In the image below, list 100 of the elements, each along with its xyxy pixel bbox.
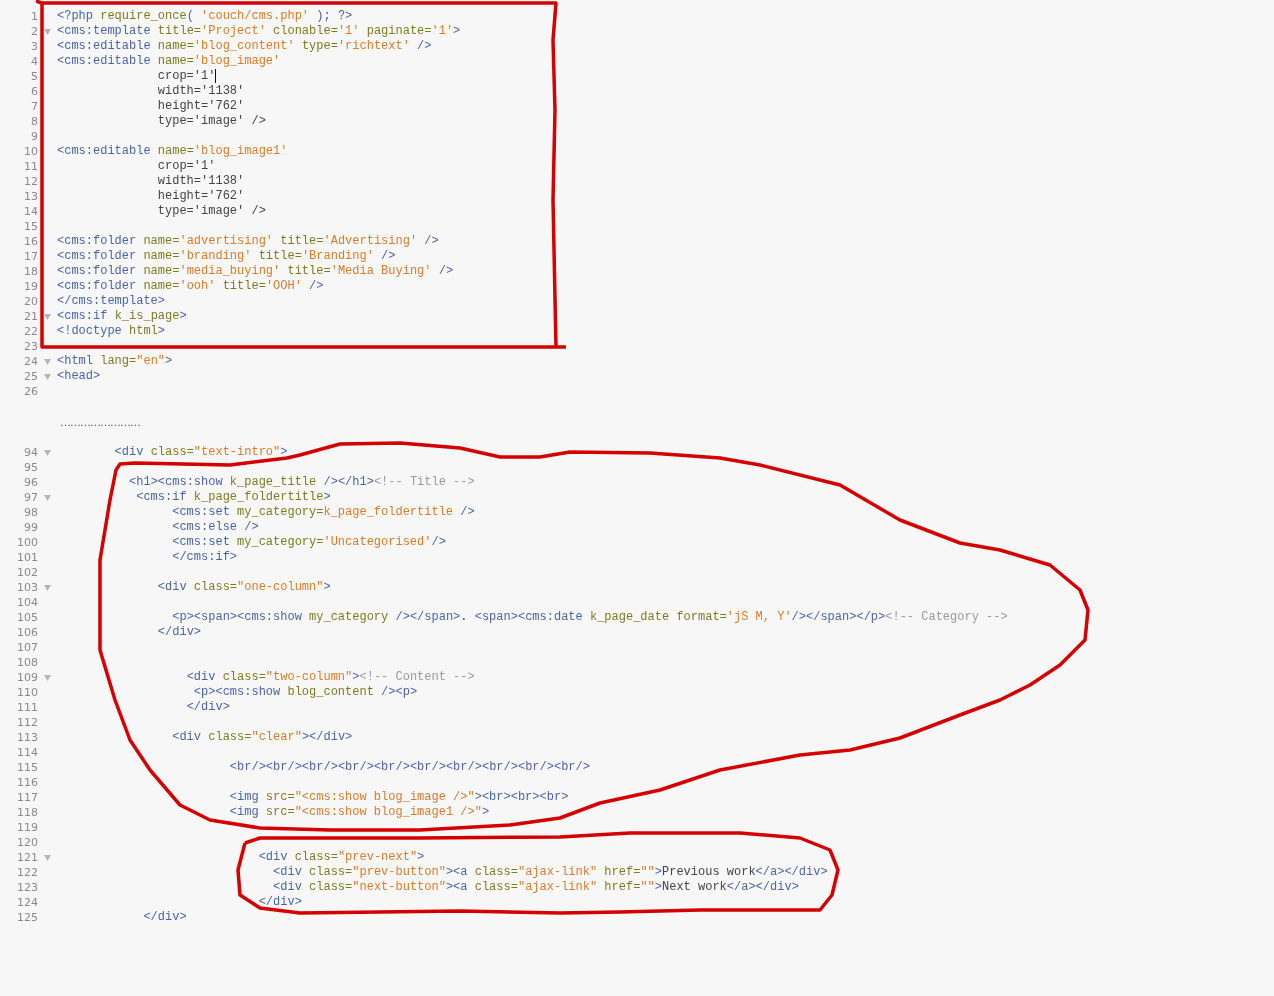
code-line: <p><cms:show blog_content /><p> <box>192 685 418 700</box>
line-number: 96 <box>23 475 38 490</box>
line-number: 103 <box>16 580 38 595</box>
line-number: 13 <box>23 189 38 204</box>
code-line: <div class="next-button"><a class="ajax-link" href="">Next work</a></div> <box>272 880 799 895</box>
line-number: 19 <box>23 279 38 294</box>
line-number: 9 <box>30 129 38 144</box>
code-line: <cms:folder name='media_buying' title='Media Buying' /> <box>57 264 454 279</box>
line-number: 15 <box>23 219 38 234</box>
code-line: <cms:template title='Project' clonable='1' paginate='1'> <box>57 24 461 39</box>
code-line: </div> <box>142 910 187 925</box>
line-number: 98 <box>23 505 38 520</box>
line-number: 106 <box>16 625 38 640</box>
code-line: <div class="text-intro"> <box>113 445 288 460</box>
line-number: 10 <box>23 144 38 159</box>
code-line: <p><span><cms:show my_category /></span>. <span><cms:date k_page_date format='jS M, Y'/></span></p><!-- Category --> <box>171 610 1008 625</box>
line-number: 101 <box>16 550 38 565</box>
line-number: 117 <box>16 790 38 805</box>
fold-arrow-icon[interactable] <box>44 373 51 380</box>
code-line: <?php require_once( 'couch/cms.php' ); ?> <box>57 9 353 24</box>
line-number: 17 <box>23 249 38 264</box>
line-number: 110 <box>16 685 38 700</box>
line-number: 120 <box>16 835 38 850</box>
line-number: 3 <box>30 39 38 54</box>
code-line: <cms:if k_page_foldertitle> <box>135 490 331 505</box>
line-number: 1 <box>30 9 38 24</box>
line-number: 121 <box>16 850 38 865</box>
code-line: </cms:template> <box>57 294 166 309</box>
fold-arrow-icon[interactable] <box>44 449 51 456</box>
line-number: 99 <box>23 520 38 535</box>
line-number: 124 <box>16 895 38 910</box>
code-line: <div class="two-column"><!-- Content --> <box>185 670 475 685</box>
line-number: 14 <box>23 204 38 219</box>
line-number: 122 <box>16 865 38 880</box>
line-number: 104 <box>16 595 38 610</box>
code-line: height='762' <box>156 99 245 114</box>
line-number: 113 <box>16 730 38 745</box>
fold-arrow-icon[interactable] <box>44 313 51 320</box>
fold-arrow-icon[interactable] <box>44 28 51 35</box>
line-number: 125 <box>16 910 38 925</box>
code-line: <html lang="en"> <box>57 354 173 369</box>
code-line: crop='1' <box>156 159 216 174</box>
line-number: 7 <box>30 99 38 114</box>
code-line: <cms:folder name='branding' title='Branding' /> <box>57 249 396 264</box>
code-line: </div> <box>156 625 202 640</box>
fold-arrow-icon[interactable] <box>44 584 51 591</box>
code-line: <head> <box>57 369 101 384</box>
code-line: <div class="clear"></div> <box>171 730 353 745</box>
line-number: 12 <box>23 174 38 189</box>
line-number: 5 <box>30 69 38 84</box>
code-line: <cms:editable name='blog_content' type='richtext' /> <box>57 39 432 54</box>
line-number: 23 <box>23 339 38 354</box>
line-number: 11 <box>23 159 38 174</box>
line-number: 116 <box>16 775 38 790</box>
fold-arrow-icon[interactable] <box>44 854 51 861</box>
code-line: </div> <box>185 700 230 715</box>
code-line: <br/><br/><br/><br/><br/><br/><br/><br/><br/><br/> <box>228 760 590 775</box>
code-line: <cms:if k_is_page> <box>57 309 187 324</box>
code-line: type='image' /> <box>156 114 266 129</box>
line-number: 97 <box>23 490 38 505</box>
line-number: 100 <box>16 535 38 550</box>
code-line: <div class="prev-next"> <box>257 850 425 865</box>
code-line: <img src="<cms:show blog_image1 />"> <box>228 805 490 820</box>
code-line: <cms:set my_category=k_page_foldertitle /> <box>171 505 475 520</box>
code-line: <!doctype html> <box>57 324 166 339</box>
code-line: <div class="prev-button"><a class="ajax-link" href="">Previous work</a></div> <box>272 865 828 880</box>
code-line: <cms:editable name='blog_image1' <box>57 144 288 159</box>
code-line: crop='1' <box>156 68 217 85</box>
line-number: 21 <box>23 309 38 324</box>
line-number: 26 <box>23 384 38 399</box>
fold-arrow-icon[interactable] <box>44 674 51 681</box>
line-number: 108 <box>16 655 38 670</box>
line-number: 105 <box>16 610 38 625</box>
code-line: </cms:if> <box>171 550 238 565</box>
code-line: </div> <box>257 895 302 910</box>
fold-arrow-icon[interactable] <box>44 358 51 365</box>
line-number: 114 <box>16 745 38 760</box>
line-number: 22 <box>23 324 38 339</box>
code-line: <cms:editable name='blog_image' <box>57 54 281 69</box>
line-number: 25 <box>23 369 38 384</box>
line-number: 94 <box>23 445 38 460</box>
code-line: <img src="<cms:show blog_image />"><br><br><br> <box>228 790 569 805</box>
line-number: 20 <box>23 294 38 309</box>
line-number: 8 <box>30 114 38 129</box>
code-line: height='762' <box>156 189 245 204</box>
code-line: <div class="one-column"> <box>156 580 331 595</box>
line-number: 112 <box>16 715 38 730</box>
line-number: 95 <box>23 460 38 475</box>
code-line: <cms:set my_category='Uncategorised'/> <box>171 535 446 550</box>
code-line: type='image' /> <box>156 204 266 219</box>
line-number: 2 <box>30 24 38 39</box>
code-line: <cms:else /> <box>171 520 259 535</box>
line-number: 24 <box>23 354 38 369</box>
line-number: 118 <box>16 805 38 820</box>
line-number: 102 <box>16 565 38 580</box>
code-line: <h1><cms:show k_page_title /></h1><!-- Title --> <box>128 475 475 490</box>
code-line: width='1138' <box>156 84 245 99</box>
code-line: <cms:folder name='advertising' title='Advertising' /> <box>57 234 439 249</box>
line-number: 4 <box>30 54 38 69</box>
fold-arrow-icon[interactable] <box>44 494 51 501</box>
